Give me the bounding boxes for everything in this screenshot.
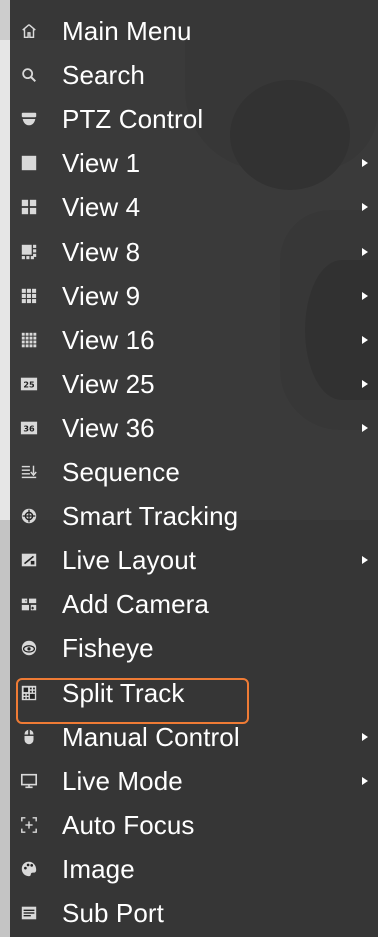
submenu-arrow-icon	[360, 776, 370, 786]
context-menu: Main Menu Search PTZ Control View 1 View 4 Vi…	[10, 0, 378, 937]
menu-item-view-9[interactable]: View 9	[10, 274, 378, 318]
menu-item-label: Split Track	[62, 677, 185, 708]
menu-item-sequence[interactable]: Sequence	[10, 450, 378, 494]
menu-item-label: Sequence	[62, 457, 180, 487]
menu-item-label: Live Layout	[62, 545, 197, 576]
menu-item-smart-tracking[interactable]: Smart Tracking	[10, 494, 378, 538]
submenu-arrow-icon	[360, 202, 370, 212]
menu-item-split-track[interactable]: Split Track	[10, 671, 378, 715]
menu-item-label: View 1	[62, 148, 141, 179]
submenu-arrow-icon	[360, 732, 370, 742]
submenu-arrow-icon	[360, 379, 370, 389]
submenu-arrow-icon	[360, 247, 370, 257]
menu-item-label: Main Menu	[62, 16, 192, 46]
manual-control-icon	[18, 726, 40, 748]
menu-item-label: Fisheye	[62, 633, 154, 664]
menu-item-search[interactable]: Search	[10, 53, 378, 97]
menu-item-image[interactable]: Image	[10, 847, 378, 891]
search-icon	[18, 64, 40, 86]
view-4-icon	[18, 196, 40, 218]
menu-item-view-8[interactable]: View 8	[10, 230, 378, 274]
menu-item-label: View 36	[62, 412, 155, 443]
view-9-icon	[18, 285, 40, 307]
auto-focus-icon	[18, 814, 40, 836]
fisheye-icon	[18, 637, 40, 659]
sequence-icon	[18, 461, 40, 483]
menu-item-label: PTZ Control	[62, 104, 204, 135]
menu-item-sub-port[interactable]: Sub Port	[10, 891, 378, 935]
menu-item-view-25[interactable]: 25 View 25	[10, 362, 378, 406]
menu-item-live-layout[interactable]: Live Layout	[10, 538, 378, 582]
submenu-arrow-icon	[360, 291, 370, 301]
menu-item-label: Search	[62, 60, 145, 91]
svg-text:36: 36	[23, 423, 35, 433]
menu-item-fisheye[interactable]: Fisheye	[10, 626, 378, 670]
menu-item-manual-control[interactable]: Manual Control	[10, 715, 378, 759]
menu-item-view-1[interactable]: View 1	[10, 141, 378, 185]
menu-item-auto-focus[interactable]: Auto Focus	[10, 803, 378, 847]
smart-tracking-icon	[18, 505, 40, 527]
live-layout-icon	[18, 549, 40, 571]
submenu-arrow-icon	[360, 335, 370, 345]
live-mode-icon	[18, 770, 40, 792]
menu-item-label: Manual Control	[62, 721, 240, 752]
menu-item-label: Smart Tracking	[62, 501, 239, 532]
menu-item-label: Sub Port	[62, 898, 164, 928]
menu-item-ptz-control[interactable]: PTZ Control	[10, 97, 378, 141]
sub-port-icon	[18, 902, 40, 924]
view-16-icon	[18, 329, 40, 351]
view-1-icon	[18, 152, 40, 174]
image-icon	[18, 858, 40, 880]
menu-item-label: View 25	[62, 368, 155, 399]
svg-text:25: 25	[23, 379, 35, 389]
home-icon	[18, 20, 40, 42]
menu-item-label: Image	[62, 853, 135, 884]
view-25-icon: 25	[18, 373, 40, 395]
view-36-icon: 36	[18, 417, 40, 439]
add-camera-icon	[18, 593, 40, 615]
menu-item-label: View 4	[62, 192, 141, 223]
menu-item-label: Auto Focus	[62, 809, 195, 840]
menu-item-view-16[interactable]: View 16	[10, 318, 378, 362]
submenu-arrow-icon	[360, 158, 370, 168]
menu-item-main-menu[interactable]: Main Menu	[10, 9, 378, 53]
menu-item-label: View 9	[62, 280, 141, 311]
ptz-camera-icon	[18, 108, 40, 130]
menu-item-add-camera[interactable]: Add Camera	[10, 582, 378, 626]
menu-item-view-36[interactable]: 36 View 36	[10, 406, 378, 450]
submenu-arrow-icon	[360, 555, 370, 565]
menu-item-label: View 8	[62, 236, 141, 267]
menu-item-label: Add Camera	[62, 589, 209, 620]
submenu-arrow-icon	[360, 423, 370, 433]
menu-item-view-4[interactable]: View 4	[10, 185, 378, 229]
menu-item-label: Live Mode	[62, 765, 183, 796]
menu-item-live-mode[interactable]: Live Mode	[10, 759, 378, 803]
view-8-icon	[18, 241, 40, 263]
menu-item-label: View 16	[62, 324, 155, 355]
split-track-icon	[18, 682, 40, 704]
